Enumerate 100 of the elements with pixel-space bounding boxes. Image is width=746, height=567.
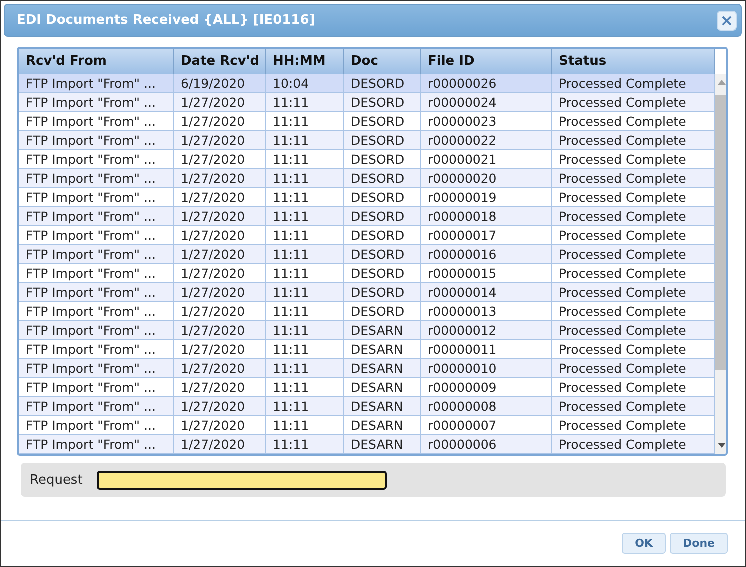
- table-row[interactable]: FTP Import "From" ... 1/27/2020 11:11 DESORD r00000020 Processed Complete: [19, 169, 715, 188]
- table-cell: 11:11: [266, 302, 344, 320]
- table-cell: 1/27/2020: [174, 359, 266, 377]
- table-row[interactable]: FTP Import "From" ... 1/27/2020 11:11 DESORD r00000023 Processed Complete: [19, 112, 715, 131]
- scroll-thumb[interactable]: [715, 95, 726, 370]
- table-cell: 1/27/2020: [174, 93, 266, 111]
- table-cell: FTP Import "From" ...: [19, 74, 174, 92]
- column-header[interactable]: File ID: [421, 49, 552, 74]
- table-cell: r00000009: [421, 378, 552, 396]
- table-cell: DESORD: [344, 283, 421, 301]
- table-cell: r00000020: [421, 169, 552, 187]
- table-row[interactable]: FTP Import "From" ... 1/27/2020 11:11 DESARN r00000010 Processed Complete: [19, 359, 715, 378]
- column-header[interactable]: Doc: [344, 49, 421, 74]
- table-cell: r00000007: [421, 416, 552, 434]
- table-cell: DESARN: [344, 340, 421, 358]
- table-cell: r00000016: [421, 245, 552, 263]
- table-row[interactable]: FTP Import "From" ... 1/27/2020 11:11 DESORD r00000016 Processed Complete: [19, 245, 715, 264]
- table-row[interactable]: FTP Import "From" ... 1/27/2020 11:11 DESORD r00000014 Processed Complete: [19, 283, 715, 302]
- table-cell: r00000026: [421, 74, 552, 92]
- table-cell: r00000012: [421, 321, 552, 339]
- table-cell: FTP Import "From" ...: [19, 378, 174, 396]
- table-cell: DESARN: [344, 359, 421, 377]
- table-cell: FTP Import "From" ...: [19, 150, 174, 168]
- column-header[interactable]: Rcv'd From: [19, 49, 174, 74]
- table-cell: r00000006: [421, 435, 552, 453]
- table-cell: r00000019: [421, 188, 552, 206]
- column-header[interactable]: HH:MM: [266, 49, 344, 74]
- table-cell: 11:11: [266, 150, 344, 168]
- table-cell: DESORD: [344, 264, 421, 282]
- table-row[interactable]: FTP Import "From" ... 1/27/2020 11:11 DESARN r00000006 Processed Complete: [19, 435, 715, 454]
- table-cell: DESARN: [344, 378, 421, 396]
- table-cell: 1/27/2020: [174, 131, 266, 149]
- table-row[interactable]: FTP Import "From" ... 1/27/2020 11:11 DESARN r00000011 Processed Complete: [19, 340, 715, 359]
- table-cell: FTP Import "From" ...: [19, 340, 174, 358]
- table-cell: 1/27/2020: [174, 302, 266, 320]
- table-cell: 1/27/2020: [174, 397, 266, 415]
- table-cell: FTP Import "From" ...: [19, 302, 174, 320]
- table-cell: FTP Import "From" ...: [19, 226, 174, 244]
- table-cell: 11:11: [266, 340, 344, 358]
- table-cell: 1/27/2020: [174, 378, 266, 396]
- table-cell: 11:11: [266, 359, 344, 377]
- table-cell: 1/27/2020: [174, 150, 266, 168]
- table-cell: 1/27/2020: [174, 112, 266, 130]
- table-row[interactable]: FTP Import "From" ... 1/27/2020 11:11 DESORD r00000015 Processed Complete: [19, 264, 715, 283]
- table-cell: r00000011: [421, 340, 552, 358]
- done-button[interactable]: Done: [670, 533, 728, 554]
- table-cell: r00000018: [421, 207, 552, 225]
- table-row[interactable]: FTP Import "From" ... 1/27/2020 11:11 DESORD r00000013 Processed Complete: [19, 302, 715, 321]
- column-header[interactable]: Status: [552, 49, 715, 74]
- table-cell: 10:04: [266, 74, 344, 92]
- table-row[interactable]: FTP Import "From" ... 1/27/2020 11:11 DESARN r00000009 Processed Complete: [19, 378, 715, 397]
- ok-button[interactable]: OK: [622, 533, 666, 554]
- table-cell: 11:11: [266, 397, 344, 415]
- table-row[interactable]: FTP Import "From" ... 1/27/2020 11:11 DESORD r00000021 Processed Complete: [19, 150, 715, 169]
- table-cell: DESARN: [344, 321, 421, 339]
- table-cell: FTP Import "From" ...: [19, 169, 174, 187]
- scroll-up-icon[interactable]: [718, 80, 726, 85]
- table-cell: 1/27/2020: [174, 226, 266, 244]
- table-cell: DESORD: [344, 226, 421, 244]
- table-cell: r00000010: [421, 359, 552, 377]
- table-cell: DESORD: [344, 302, 421, 320]
- table-cell: FTP Import "From" ...: [19, 416, 174, 434]
- table-cell: DESORD: [344, 131, 421, 149]
- table-cell: FTP Import "From" ...: [19, 321, 174, 339]
- table-cell: FTP Import "From" ...: [19, 359, 174, 377]
- table-cell: r00000023: [421, 112, 552, 130]
- table-cell: 1/27/2020: [174, 169, 266, 187]
- table-row[interactable]: FTP Import "From" ... 1/27/2020 11:11 DESARN r00000008 Processed Complete: [19, 397, 715, 416]
- table-cell: 11:11: [266, 264, 344, 282]
- column-header[interactable]: Date Rcv'd: [174, 49, 266, 74]
- table-row[interactable]: FTP Import "From" ... 1/27/2020 11:11 DESORD r00000022 Processed Complete: [19, 131, 715, 150]
- table-cell: 11:11: [266, 321, 344, 339]
- table-row[interactable]: FTP Import "From" ... 1/27/2020 11:11 DESORD r00000019 Processed Complete: [19, 188, 715, 207]
- table-row[interactable]: FTP Import "From" ... 1/27/2020 11:11 DESORD r00000018 Processed Complete: [19, 207, 715, 226]
- table-cell: 11:11: [266, 245, 344, 263]
- table-cell: 11:11: [266, 93, 344, 111]
- table-cell: 1/27/2020: [174, 283, 266, 301]
- table-row[interactable]: FTP Import "From" ... 1/27/2020 11:11 DESARN r00000007 Processed Complete: [19, 416, 715, 435]
- table-cell: 1/27/2020: [174, 416, 266, 434]
- table-cell: 11:11: [266, 378, 344, 396]
- scrollbar[interactable]: [715, 74, 726, 454]
- request-field[interactable]: [96, 470, 387, 490]
- table-cell: DESORD: [344, 207, 421, 225]
- table-cell: FTP Import "From" ...: [19, 207, 174, 225]
- table-cell: 11:11: [266, 112, 344, 130]
- close-button[interactable]: ×: [717, 10, 737, 30]
- table-cell: DESARN: [344, 397, 421, 415]
- table-row[interactable]: FTP Import "From" ... 1/27/2020 11:11 DESORD r00000017 Processed Complete: [19, 226, 715, 245]
- table-cell: DESORD: [344, 245, 421, 263]
- table-row[interactable]: FTP Import "From" ... 1/27/2020 11:11 DESARN r00000012 Processed Complete: [19, 321, 715, 340]
- table-row[interactable]: FTP Import "From" ... 1/27/2020 11:11 DESORD r00000024 Processed Complete: [19, 93, 715, 112]
- table-cell: DESARN: [344, 416, 421, 434]
- table-cell: 11:11: [266, 188, 344, 206]
- table-cell: FTP Import "From" ...: [19, 283, 174, 301]
- scroll-down-icon[interactable]: [718, 443, 726, 448]
- table-row[interactable]: FTP Import "From" ... 6/19/2020 10:04 DESORD r00000026 Processed Complete: [19, 74, 715, 93]
- table-cell: 11:11: [266, 207, 344, 225]
- table-cell: 1/27/2020: [174, 435, 266, 453]
- table-cell: DESARN: [344, 435, 421, 453]
- table-cell: FTP Import "From" ...: [19, 93, 174, 111]
